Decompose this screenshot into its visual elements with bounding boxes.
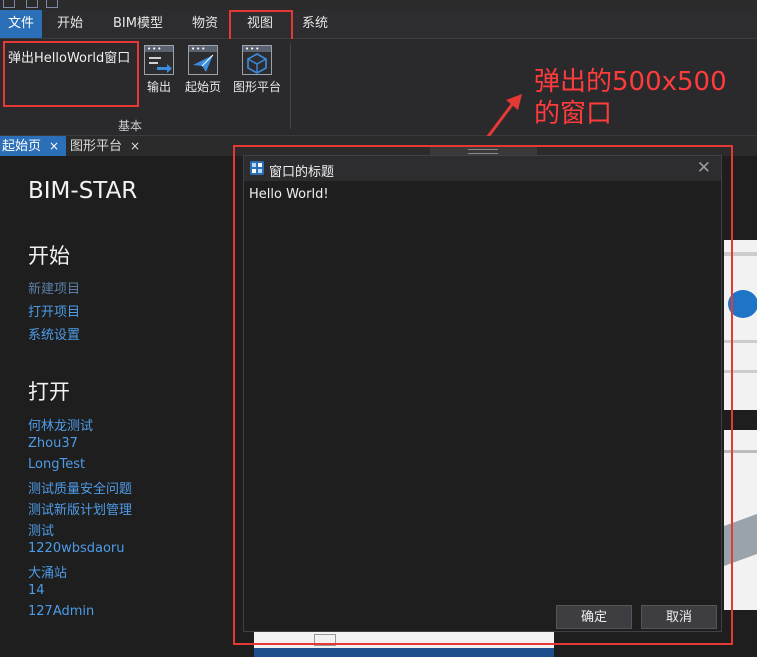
ribbon-group-label: 基本 <box>118 119 143 133</box>
output-label: 输出 <box>146 80 171 94</box>
tab-graphics-platform[interactable]: 图形平台 × <box>68 136 150 156</box>
app-logo-icon <box>250 161 264 175</box>
graphics-platform-button[interactable]: ••• 图形平台 <box>232 45 282 95</box>
quick-undo-icon[interactable] <box>46 0 58 8</box>
hello-dialog: 窗口的标题 ✕ Hello World! 确定 取消 <box>243 155 722 632</box>
recent-project-link[interactable]: 何林龙测试 <box>28 415 93 434</box>
dialog-title: 窗口的标题 <box>269 165 335 180</box>
output-button[interactable]: ••• 输出 <box>134 45 184 95</box>
start-page-icon: ••• <box>188 45 218 75</box>
app-title: BIM-STAR <box>28 178 138 204</box>
recent-project-link[interactable]: 大涌站 <box>28 562 67 581</box>
preview-thumbnail <box>254 632 554 657</box>
title-bar <box>0 0 757 10</box>
close-icon[interactable]: × <box>130 136 140 156</box>
ok-button[interactable]: 确定 <box>556 605 632 629</box>
section-open-heading: 打开 <box>28 380 70 404</box>
recent-project-link[interactable]: 127Admin <box>28 604 94 619</box>
section-start-heading: 开始 <box>28 244 70 268</box>
annotation-text: 弹出的500x500的窗口 <box>534 67 727 129</box>
document-tabs: 起始页 × 图形平台 × <box>0 136 757 156</box>
recent-project-link[interactable]: LongTest <box>28 457 85 472</box>
recent-project-link[interactable]: 测试新版计划管理 <box>28 499 132 518</box>
start-page-button[interactable]: ••• 起始页 <box>178 45 228 95</box>
menu-system[interactable]: 系统 <box>292 10 338 38</box>
menu-bim-model[interactable]: BIM模型 <box>104 10 172 38</box>
app-icon <box>3 0 15 8</box>
new-project-link[interactable]: 新建项目 <box>28 278 80 297</box>
dialog-title-bar[interactable]: 窗口的标题 ✕ <box>244 156 721 181</box>
ribbon-separator <box>290 43 291 129</box>
show-helloworld-button[interactable]: 弹出HelloWorld窗口 <box>8 47 130 66</box>
quick-save-icon[interactable] <box>26 0 38 8</box>
recent-project-link[interactable]: 1220wbsdaoru <box>28 541 125 556</box>
open-project-link[interactable]: 打开项目 <box>28 301 80 320</box>
menu-bar: 文件 开始 BIM模型 物资 视图 系统 <box>0 10 757 39</box>
graphics-platform-label: 图形平台 <box>232 80 281 94</box>
menu-materials[interactable]: 物资 <box>182 10 228 38</box>
preview-thumbnail <box>724 240 757 410</box>
menu-view[interactable]: 视图 <box>238 10 282 38</box>
splitter-handle[interactable] <box>430 147 537 155</box>
recent-project-link[interactable]: Zhou37 <box>28 436 78 451</box>
tab-graphics-platform-label: 图形平台 <box>70 139 123 154</box>
close-icon[interactable]: ✕ <box>697 158 711 178</box>
preview-thumbnail <box>724 430 757 610</box>
close-icon[interactable]: × <box>49 136 59 156</box>
menu-home[interactable]: 开始 <box>48 10 92 38</box>
output-icon: ••• <box>144 45 174 75</box>
system-settings-link[interactable]: 系统设置 <box>28 324 80 343</box>
recent-project-link[interactable]: 测试质量安全问题 <box>28 478 132 497</box>
tab-start-page-label: 起始页 <box>2 139 42 154</box>
tab-start-page[interactable]: 起始页 × <box>0 136 66 156</box>
recent-project-link[interactable]: 测试 <box>28 520 54 539</box>
menu-file[interactable]: 文件 <box>0 10 42 38</box>
cancel-button[interactable]: 取消 <box>641 605 717 629</box>
start-page-label: 起始页 <box>184 80 221 94</box>
graphics-platform-icon: ••• <box>242 45 272 75</box>
recent-project-link[interactable]: 14 <box>28 583 45 598</box>
dialog-message: Hello World! <box>249 187 329 202</box>
